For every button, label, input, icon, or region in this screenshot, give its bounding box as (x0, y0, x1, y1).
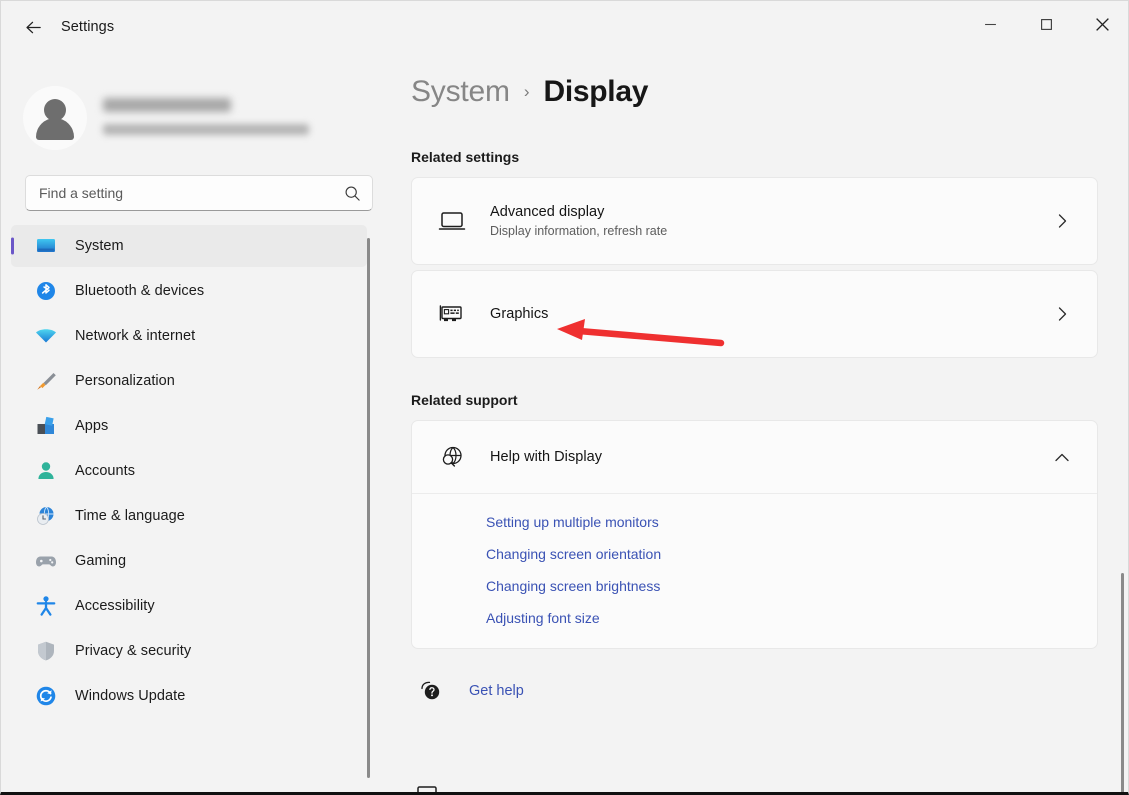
card-subtitle: Display information, refresh rate (490, 224, 668, 238)
accounts-person-icon (33, 459, 59, 483)
get-help-link[interactable]: Get help (469, 683, 524, 699)
back-arrow-icon (25, 21, 41, 33)
selection-indicator (11, 237, 14, 255)
chevron-right-icon[interactable] (1047, 306, 1077, 322)
clipped-bottom-icon (417, 786, 437, 792)
back-button[interactable] (15, 11, 51, 43)
sidebar-nav: System Bluetooth & devices Network & int… (1, 225, 379, 717)
sidebar-item-personalization[interactable]: Personalization (11, 360, 367, 402)
sidebar-item-system[interactable]: System (11, 225, 367, 267)
help-link-changing-screen-brightness[interactable]: Changing screen brightness (486, 578, 660, 594)
chevron-right-icon[interactable] (1047, 213, 1077, 229)
sidebar: System Bluetooth & devices (1, 53, 379, 792)
clock-globe-icon (33, 504, 59, 528)
search-icon (332, 185, 372, 202)
sidebar-item-label: Gaming (75, 553, 127, 569)
graphics-row[interactable]: Graphics (412, 271, 1097, 357)
help-links-panel: Setting up multiple monitors Changing sc… (412, 493, 1097, 648)
sidebar-item-label: Windows Update (75, 688, 186, 704)
card-title: Advanced display (490, 204, 605, 220)
help-with-display-row[interactable]: Help with Display (412, 421, 1097, 493)
system-monitor-icon (33, 234, 59, 258)
wifi-icon (33, 324, 59, 348)
avatar (23, 86, 87, 150)
laptop-display-icon (432, 209, 472, 233)
bluetooth-icon (33, 279, 59, 303)
globe-search-icon (432, 444, 472, 470)
sidebar-item-time-language[interactable]: Time & language (11, 495, 367, 537)
accessibility-person-icon (33, 594, 59, 618)
sidebar-item-label: Bluetooth & devices (75, 283, 205, 299)
sidebar-item-label: System (75, 238, 124, 254)
gamepad-icon (33, 549, 59, 573)
advanced-display-card[interactable]: Advanced display Display information, re… (411, 177, 1098, 265)
chevron-up-icon[interactable] (1047, 451, 1077, 464)
sidebar-item-accounts[interactable]: Accounts (11, 450, 367, 492)
help-with-display-card: Help with Display Setting up multiple mo… (411, 420, 1098, 649)
apps-icon (33, 414, 59, 438)
card-title: Help with Display (490, 449, 603, 465)
card-title: Graphics (490, 306, 549, 322)
sidebar-item-label: Accounts (75, 463, 136, 479)
sidebar-item-apps[interactable]: Apps (11, 405, 367, 447)
title-bar: Settings (1, 1, 1128, 53)
sidebar-item-bluetooth-devices[interactable]: Bluetooth & devices (11, 270, 367, 312)
sidebar-item-network-internet[interactable]: Network & internet (11, 315, 367, 357)
minimize-icon (984, 23, 996, 25)
search-box[interactable] (25, 175, 373, 211)
close-icon (1095, 17, 1109, 31)
sidebar-item-windows-update[interactable]: Windows Update (11, 675, 367, 717)
search-input[interactable] (26, 185, 332, 201)
breadcrumb: System › Display (379, 53, 1128, 109)
help-link-adjusting-font-size[interactable]: Adjusting font size (486, 610, 600, 626)
sidebar-item-label: Time & language (75, 508, 185, 524)
related-settings-heading: Related settings (411, 149, 520, 165)
page-title: Display (543, 75, 649, 108)
sidebar-item-label: Accessibility (75, 598, 155, 614)
maximize-button[interactable] (1018, 1, 1074, 47)
get-help-icon (411, 679, 451, 703)
window-title: Settings (61, 19, 115, 35)
user-profile[interactable] (1, 53, 379, 161)
advanced-display-row[interactable]: Advanced display Display information, re… (412, 178, 1097, 264)
related-support-heading: Related support (411, 392, 518, 408)
main-scrollbar[interactable] (1121, 573, 1124, 792)
settings-window: Settings Find a setting System Bluetooth… (0, 0, 1129, 795)
window-controls (962, 1, 1128, 47)
sidebar-scrollbar[interactable] (367, 238, 370, 778)
sidebar-item-label: Personalization (75, 373, 175, 389)
update-refresh-icon (33, 684, 59, 708)
graphics-card-icon (432, 302, 472, 326)
main-content: System › Display Related settings Advanc… (379, 53, 1128, 792)
sidebar-item-gaming[interactable]: Gaming (11, 540, 367, 582)
paintbrush-icon (33, 369, 59, 393)
get-help-row[interactable]: Get help (411, 679, 1128, 703)
sidebar-item-label: Privacy & security (75, 643, 192, 659)
close-button[interactable] (1074, 1, 1128, 47)
sidebar-item-label: Network & internet (75, 328, 196, 344)
user-email (103, 123, 309, 135)
help-link-changing-screen-orientation[interactable]: Changing screen orientation (486, 546, 661, 562)
breadcrumb-parent[interactable]: System (411, 75, 510, 109)
shield-icon (33, 639, 59, 663)
help-link-setting-up-multiple-monitors[interactable]: Setting up multiple monitors (486, 514, 659, 530)
user-name (103, 97, 231, 112)
minimize-button[interactable] (962, 1, 1018, 47)
sidebar-item-privacy-security[interactable]: Privacy & security (11, 630, 367, 672)
sidebar-item-label: Apps (75, 418, 109, 434)
graphics-card[interactable]: Graphics (411, 270, 1098, 358)
chevron-right-icon: › (523, 82, 530, 101)
maximize-icon (1040, 18, 1052, 30)
sidebar-item-accessibility[interactable]: Accessibility (11, 585, 367, 627)
